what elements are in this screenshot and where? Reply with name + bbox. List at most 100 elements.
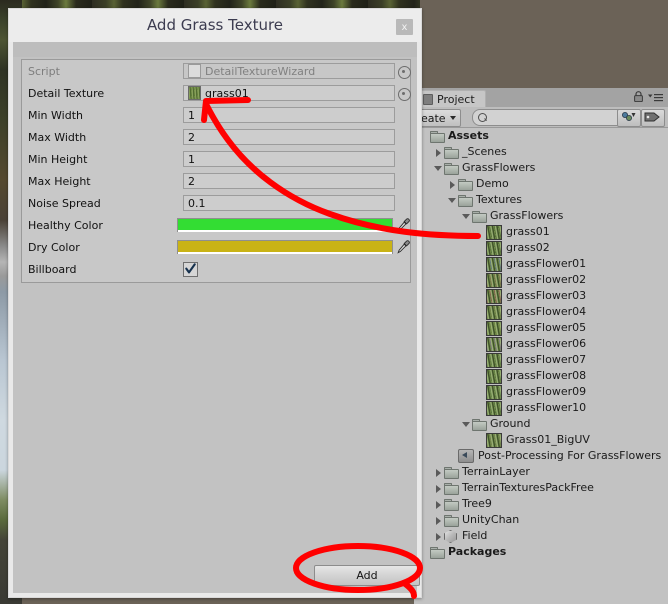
tree-item-label: Grass01_BigUV: [506, 433, 590, 446]
tree-item[interactable]: grassFlower07: [414, 352, 668, 368]
folder-icon: [444, 146, 459, 159]
texture-thumbnail-icon: [188, 86, 201, 100]
tree-item[interactable]: TerrainLayer: [414, 464, 668, 480]
close-icon[interactable]: x: [396, 19, 413, 35]
lock-icon[interactable]: [634, 91, 643, 102]
tree-item[interactable]: Textures: [414, 192, 668, 208]
tree-item[interactable]: grassFlower08: [414, 368, 668, 384]
texture-thumbnail-icon: [486, 288, 502, 304]
text-field[interactable]: 2: [183, 129, 395, 145]
tree-item[interactable]: _Scenes: [414, 144, 668, 160]
object-picker-icon[interactable]: [398, 88, 411, 101]
chevron-right-icon[interactable]: [433, 464, 444, 480]
field-value: 1: [188, 108, 195, 122]
tree-item[interactable]: Ground: [414, 416, 668, 432]
object-field[interactable]: DetailTextureWizard: [183, 63, 411, 79]
tree-item-label: Packages: [448, 545, 507, 558]
chevron-right-icon[interactable]: [433, 512, 444, 528]
panel-menu-icon[interactable]: [648, 93, 663, 102]
eyedropper-icon[interactable]: [397, 240, 410, 254]
add-button[interactable]: Add: [314, 565, 420, 586]
tree-item[interactable]: grass01: [414, 224, 668, 240]
tree-item[interactable]: Packages: [414, 544, 668, 560]
tree-item[interactable]: Post-Processing For GrassFlowers: [414, 448, 668, 464]
filter-glyph: [622, 112, 636, 121]
field-label: Max Height: [28, 174, 91, 188]
chevron-right-icon[interactable]: [433, 144, 444, 160]
field-label: Healthy Color: [28, 218, 103, 232]
filter-by-label-icon[interactable]: [641, 109, 665, 127]
tree-item-label: Field: [462, 529, 488, 542]
eyedropper-icon[interactable]: [397, 218, 410, 232]
tree-item[interactable]: TerrainTexturesPackFree: [414, 480, 668, 496]
inspector-row: Dry Color: [22, 236, 410, 258]
tree-item[interactable]: Tree9: [414, 496, 668, 512]
tree-item[interactable]: Assets: [414, 128, 668, 144]
text-field[interactable]: 0.1: [183, 195, 395, 211]
tree-item[interactable]: grassFlower03: [414, 288, 668, 304]
object-field[interactable]: grass01: [183, 85, 411, 101]
tree-item[interactable]: GrassFlowers: [414, 208, 668, 224]
object-picker-icon[interactable]: [398, 66, 411, 79]
tree-item[interactable]: grassFlower01: [414, 256, 668, 272]
inspector-row: Noise Spread 0.1: [22, 192, 410, 214]
project-asset-tree[interactable]: Assets _Scenes GrassFlowers Demo Textures Gra…: [414, 128, 668, 604]
chevron-right-icon[interactable]: [447, 176, 458, 192]
tree-item[interactable]: GrassFlowers: [414, 160, 668, 176]
tree-item[interactable]: Field: [414, 528, 668, 544]
billboard-checkbox[interactable]: [183, 261, 198, 277]
tree-item[interactable]: grass02: [414, 240, 668, 256]
color-swatch[interactable]: [177, 218, 393, 232]
tree-item-label: grassFlower07: [506, 353, 587, 366]
tree-item[interactable]: UnityChan: [414, 512, 668, 528]
tree-item[interactable]: grassFlower06: [414, 336, 668, 352]
tree-item[interactable]: grassFlower09: [414, 384, 668, 400]
texture-thumbnail-icon: [486, 320, 502, 336]
text-field[interactable]: 1: [183, 151, 395, 167]
texture-thumbnail-icon: [486, 336, 502, 352]
add-grass-texture-dialog[interactable]: Add Grass Texture x Script DetailTextureW…: [8, 8, 422, 598]
texture-thumbnail-icon: [486, 224, 502, 240]
text-field[interactable]: 2: [183, 173, 395, 189]
inspector-row: Healthy Color: [22, 214, 410, 236]
project-panel[interactable]: Project Create Assets _Scenes GrassFlowe…: [402, 88, 668, 604]
swatch-alpha-bar: [178, 252, 392, 254]
field-label: Detail Texture: [28, 86, 105, 100]
chevron-down-icon[interactable]: [461, 208, 472, 224]
tree-item-label: grassFlower05: [506, 321, 587, 334]
tree-item-label: grassFlower03: [506, 289, 587, 302]
folder-icon: [458, 178, 473, 191]
tree-item[interactable]: grassFlower02: [414, 272, 668, 288]
filter-by-type-icon[interactable]: [617, 109, 641, 127]
color-swatch[interactable]: [177, 240, 393, 254]
tree-item[interactable]: Demo: [414, 176, 668, 192]
tree-item[interactable]: grassFlower05: [414, 320, 668, 336]
tree-item[interactable]: Grass01_BigUV: [414, 432, 668, 448]
search-input[interactable]: [472, 109, 630, 126]
project-tab-label: Project: [437, 93, 475, 106]
chevron-down-icon[interactable]: [461, 416, 472, 432]
field-value: 2: [188, 174, 195, 188]
tree-item-label: UnityChan: [462, 513, 520, 526]
tab-project[interactable]: Project: [418, 90, 486, 108]
tree-item[interactable]: grassFlower10: [414, 400, 668, 416]
tree-item-label: grassFlower08: [506, 369, 587, 382]
project-toolbar: Create: [402, 107, 668, 128]
tree-item-label: Assets: [448, 129, 489, 142]
tree-item-label: grassFlower09: [506, 385, 587, 398]
field-value: DetailTextureWizard: [205, 64, 316, 78]
chevron-down-icon[interactable]: [447, 192, 458, 208]
chevron-right-icon[interactable]: [433, 496, 444, 512]
search-icon: [478, 113, 487, 122]
chevron-down-icon[interactable]: [433, 160, 444, 176]
tree-item[interactable]: grassFlower04: [414, 304, 668, 320]
inspector-fields[interactable]: Script DetailTextureWizard Detail Texture g…: [21, 59, 411, 283]
text-field[interactable]: 1: [183, 107, 395, 123]
chevron-right-icon[interactable]: [433, 528, 444, 544]
chevron-right-icon[interactable]: [433, 480, 444, 496]
